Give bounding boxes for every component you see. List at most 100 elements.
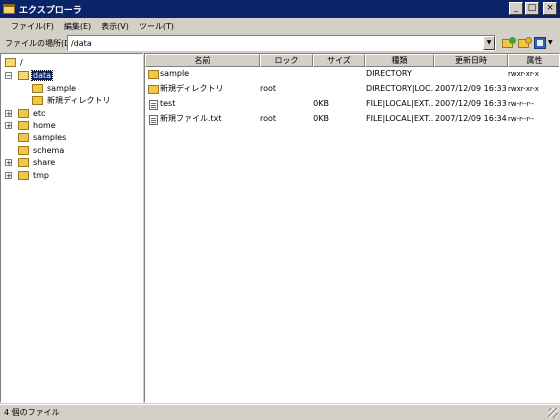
expand-icon[interactable]: +: [5, 171, 12, 179]
list-row[interactable]: test 0KB FILE|LOCAL|EXT... 2007/12/09 16…: [145, 97, 559, 111]
cell-size: [313, 67, 327, 81]
cell-type: DIRECTORY|LOC...: [366, 84, 434, 93]
close-button[interactable]: ×: [543, 2, 557, 15]
status-text: 4 個のファイル: [4, 408, 60, 417]
view-mode-dropdown-icon[interactable]: ▼: [548, 37, 553, 49]
cell-modified: 2007/12/09 16:33: [435, 84, 507, 93]
tree-item-label: tmp: [33, 170, 50, 180]
status-bar: 4 個のファイル: [0, 404, 560, 420]
cell-lock: [260, 67, 313, 81]
list-row[interactable]: 新規ファイル.txt root 0KB FILE|LOCAL|EXT... 20…: [145, 112, 559, 126]
folder-icon: [18, 157, 29, 167]
address-bar: ファイルの場所(D) /data ▼ ▼: [0, 34, 560, 52]
cell-attributes: rw-r--r--: [508, 115, 535, 123]
folder-icon: [18, 120, 29, 130]
explorer-window: エクスプローラ _ □ × ファイル(F) 編集(E) 表示(V) ツール(T)…: [0, 0, 560, 420]
resize-grip-icon[interactable]: [548, 408, 558, 418]
tree-item-samples[interactable]: samples: [18, 131, 67, 143]
expand-icon[interactable]: +: [5, 121, 12, 129]
tree-item-label: 新規ディレクトリ: [47, 95, 111, 105]
folder-icon: [32, 83, 43, 93]
cell-type: FILE|LOCAL|EXT...: [366, 114, 434, 123]
tree-item-root[interactable]: /: [5, 56, 24, 68]
tree-item-home[interactable]: + home: [5, 119, 57, 131]
tree-item-label: share: [33, 157, 56, 167]
cell-size: 0KB: [313, 99, 329, 108]
tree-item-etc[interactable]: + etc: [5, 107, 46, 119]
tree-item-label: samples: [33, 132, 67, 142]
folder-icon: [18, 170, 29, 180]
tree-item-share[interactable]: + share: [5, 156, 56, 168]
list-header: 名前 ロック サイズ 種類 更新日時 属性: [145, 54, 559, 67]
expand-icon[interactable]: +: [5, 158, 12, 166]
menu-bar: ファイル(F) 編集(E) 表示(V) ツール(T): [0, 18, 560, 34]
tree-item-tmp[interactable]: + tmp: [5, 169, 50, 181]
menu-tools[interactable]: ツール(T): [134, 21, 179, 32]
tree-item-label: sample: [47, 83, 77, 93]
folder-icon: [148, 85, 159, 94]
cell-lock: root: [260, 84, 277, 93]
tree-item-label: etc: [33, 108, 46, 118]
list-row[interactable]: sample DIRECTORY rwxr-xr-x: [145, 67, 559, 81]
column-header-size[interactable]: サイズ: [313, 54, 365, 67]
open-folder-icon: [18, 70, 29, 80]
cell-attributes: rw-r--r--: [508, 100, 535, 108]
new-folder-button[interactable]: [518, 37, 532, 49]
cell-attributes: rwxr-xr-x: [508, 85, 539, 93]
cell-attributes: rwxr-xr-x: [508, 70, 539, 78]
cell-type: FILE|LOCAL|EXT...: [366, 99, 434, 108]
column-header-lock[interactable]: ロック: [260, 54, 313, 67]
menu-view[interactable]: 表示(V): [96, 21, 134, 32]
folder-icon: [18, 132, 29, 142]
tree-item-label: /: [20, 57, 23, 67]
cell-size: 0KB: [313, 114, 329, 123]
column-header-type[interactable]: 種類: [365, 54, 434, 67]
list-row[interactable]: 新規ディレクトリ root DIRECTORY|LOC... 2007/12/0…: [145, 82, 559, 96]
cell-name: test: [160, 99, 176, 108]
cell-size: [313, 82, 327, 96]
open-folder-icon: [5, 57, 16, 67]
up-folder-button[interactable]: [502, 37, 516, 49]
expand-icon[interactable]: +: [5, 109, 12, 117]
address-dropdown-button[interactable]: ▼: [483, 36, 495, 50]
tree-item-label: home: [33, 120, 56, 130]
cell-type: DIRECTORY: [366, 69, 412, 78]
column-header-attributes[interactable]: 属性: [508, 54, 559, 67]
cell-name: 新規ディレクトリ: [160, 84, 224, 93]
cell-lock: [260, 97, 313, 111]
cell-modified: 2007/12/09 16:34: [435, 114, 507, 123]
address-value: /data: [71, 38, 92, 48]
column-header-name[interactable]: 名前: [145, 54, 260, 67]
folder-icon: [18, 108, 29, 118]
cell-lock: root: [260, 114, 277, 123]
file-list[interactable]: 名前 ロック サイズ 種類 更新日時 属性 sample DIRECTORY r…: [144, 53, 560, 403]
tree-item-label: data: [30, 69, 54, 81]
maximize-button[interactable]: □: [525, 2, 539, 15]
folder-icon: [148, 70, 159, 79]
file-icon: [149, 115, 158, 125]
folder-tree[interactable]: / − data sample 新規ディレクトリ + etc + home sa…: [0, 53, 143, 403]
address-label: ファイルの場所(D): [5, 38, 74, 48]
column-header-modified[interactable]: 更新日時: [434, 54, 508, 67]
address-input[interactable]: /data ▼: [67, 35, 496, 51]
green-arrow-icon: [509, 37, 516, 44]
cell-modified: 2007/12/09 16:33: [435, 99, 507, 108]
menu-edit[interactable]: 編集(E): [59, 21, 96, 32]
cell-modified: [435, 67, 508, 81]
file-icon: [149, 100, 158, 110]
minimize-button[interactable]: _: [509, 2, 523, 15]
tree-item-data[interactable]: − data: [5, 69, 54, 81]
menu-file[interactable]: ファイル(F): [6, 21, 59, 32]
folder-app-icon: [3, 4, 15, 14]
view-mode-button[interactable]: [534, 37, 546, 49]
tree-item-sample[interactable]: sample: [32, 82, 77, 94]
tree-item-label: schema: [33, 145, 65, 155]
tree-item-new-directory[interactable]: 新規ディレクトリ: [32, 94, 111, 106]
tree-item-schema[interactable]: schema: [18, 144, 65, 156]
title-bar[interactable]: エクスプローラ _ □ ×: [0, 0, 560, 18]
collapse-icon[interactable]: −: [5, 71, 12, 79]
folder-icon: [32, 95, 43, 105]
window-title: エクスプローラ: [19, 5, 82, 16]
cell-name: sample: [160, 69, 190, 78]
caption-buttons: _ □ ×: [509, 2, 557, 15]
